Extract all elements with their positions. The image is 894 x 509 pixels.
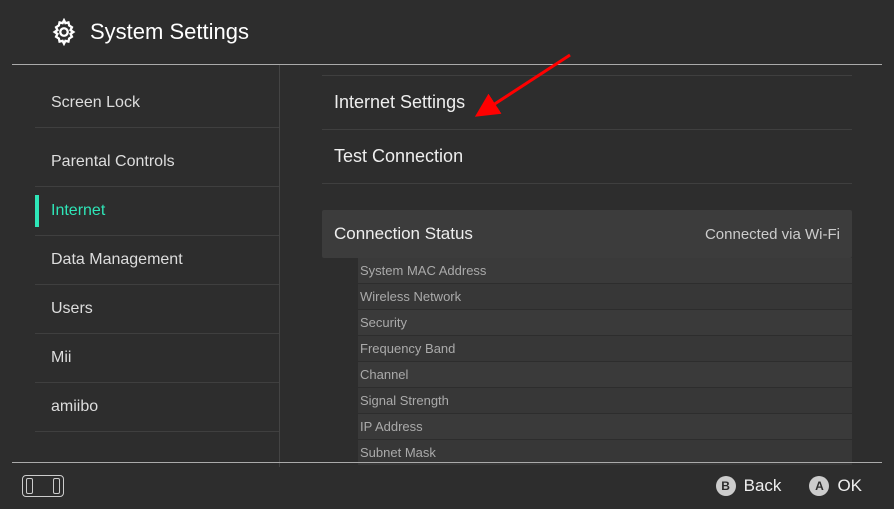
sidebar-item-label: Screen Lock bbox=[51, 94, 140, 111]
connection-status-label: Connection Status bbox=[334, 224, 473, 244]
sidebar-item-users[interactable]: Users bbox=[35, 285, 279, 334]
sidebar-item-amiibo[interactable]: amiibo bbox=[35, 383, 279, 432]
detail-row-security: Security bbox=[358, 310, 852, 336]
detail-label: IP Address bbox=[358, 419, 423, 434]
test-connection-item[interactable]: Test Connection bbox=[322, 130, 852, 184]
detail-label: Subnet Mask bbox=[358, 445, 436, 460]
sidebar-item-label: Users bbox=[51, 300, 93, 317]
ok-label: OK bbox=[837, 476, 862, 496]
detail-label: Signal Strength bbox=[358, 393, 449, 408]
sidebar-item-label: amiibo bbox=[51, 398, 98, 415]
content-item-label: Test Connection bbox=[334, 146, 463, 166]
detail-value bbox=[760, 445, 840, 460]
detail-label: System MAC Address bbox=[358, 263, 486, 278]
detail-row-channel: Channel bbox=[358, 362, 852, 388]
detail-row-wireless-network: Wireless Network bbox=[358, 284, 852, 310]
footer: B Back A OK bbox=[12, 462, 882, 509]
footer-buttons: B Back A OK bbox=[716, 476, 862, 496]
detail-value bbox=[760, 341, 840, 356]
connection-details-list: System MAC Address Wireless Network Secu… bbox=[322, 258, 852, 466]
sidebar-item-parental-controls[interactable]: Parental Controls bbox=[35, 138, 279, 187]
sidebar-item-label: Internet bbox=[51, 202, 105, 219]
back-button[interactable]: B Back bbox=[716, 476, 782, 496]
gear-icon bbox=[50, 18, 78, 46]
b-button-icon: B bbox=[716, 476, 736, 496]
sidebar-item-label: Parental Controls bbox=[51, 153, 175, 170]
sidebar: Screen Lock Parental Controls Internet D… bbox=[0, 65, 280, 467]
console-icon bbox=[22, 475, 64, 497]
main-area: Screen Lock Parental Controls Internet D… bbox=[0, 65, 894, 467]
ok-button[interactable]: A OK bbox=[809, 476, 862, 496]
header: System Settings bbox=[12, 0, 882, 65]
page-title: System Settings bbox=[90, 19, 249, 45]
detail-label: Security bbox=[358, 315, 407, 330]
content-item-label: Internet Settings bbox=[334, 92, 465, 112]
detail-value bbox=[760, 419, 840, 434]
sidebar-item-label: Mii bbox=[51, 349, 71, 366]
connection-status-value: Connected via Wi-Fi bbox=[705, 226, 840, 243]
detail-row-mac-address: System MAC Address bbox=[358, 258, 852, 284]
detail-label: Wireless Network bbox=[358, 289, 461, 304]
content-panel: Internet Settings Test Connection Connec… bbox=[280, 65, 894, 467]
sidebar-item-data-management[interactable]: Data Management bbox=[35, 236, 279, 285]
detail-value bbox=[760, 315, 840, 330]
sidebar-item-screen-lock[interactable]: Screen Lock bbox=[35, 79, 279, 128]
internet-settings-item[interactable]: Internet Settings bbox=[322, 75, 852, 130]
detail-value bbox=[760, 263, 840, 278]
detail-value bbox=[760, 393, 840, 408]
a-button-icon: A bbox=[809, 476, 829, 496]
detail-value bbox=[760, 367, 840, 382]
back-label: Back bbox=[744, 476, 782, 496]
detail-row-ip-address: IP Address bbox=[358, 414, 852, 440]
connection-status-row: Connection Status Connected via Wi-Fi bbox=[322, 210, 852, 258]
detail-row-signal-strength: Signal Strength bbox=[358, 388, 852, 414]
detail-row-frequency-band: Frequency Band bbox=[358, 336, 852, 362]
sidebar-item-label: Data Management bbox=[51, 251, 183, 268]
sidebar-item-mii[interactable]: Mii bbox=[35, 334, 279, 383]
detail-value bbox=[760, 289, 840, 304]
detail-label: Channel bbox=[358, 367, 408, 382]
detail-label: Frequency Band bbox=[358, 341, 455, 356]
sidebar-item-internet[interactable]: Internet bbox=[35, 187, 279, 236]
